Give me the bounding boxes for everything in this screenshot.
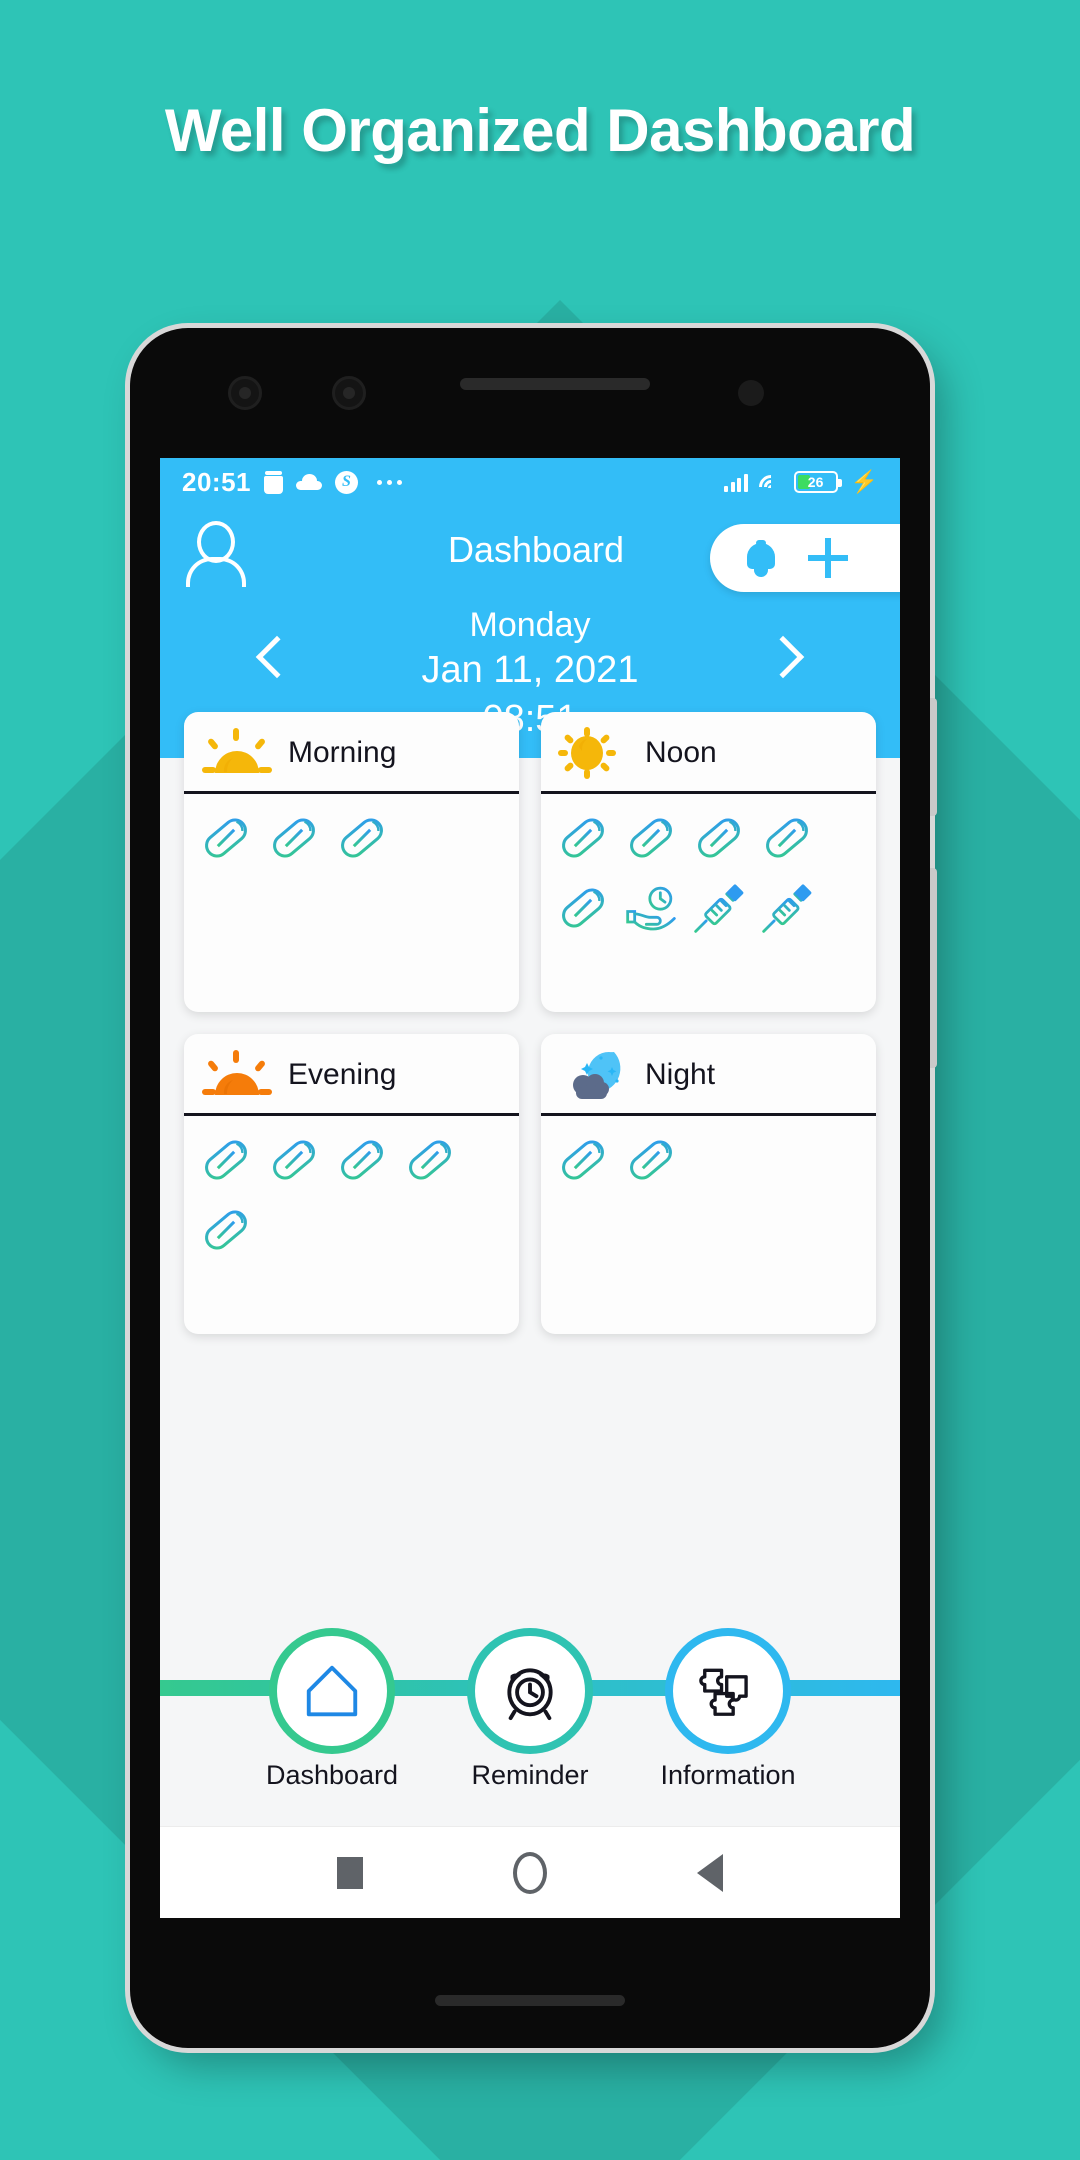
nav-label-information: Information: [660, 1760, 796, 1790]
cloud-icon: [296, 474, 322, 490]
pill-icon[interactable]: [555, 810, 611, 866]
sunrise-icon: [200, 727, 274, 779]
nav-item-reminder[interactable]: Reminder: [445, 1636, 615, 1791]
trash-icon: [264, 470, 283, 494]
pill-icon[interactable]: [623, 1132, 679, 1188]
pill-icon[interactable]: [198, 810, 254, 866]
battery-percent: 26: [807, 474, 824, 490]
home-icon[interactable]: [277, 1636, 387, 1746]
nav-item-dashboard[interactable]: Dashboard: [247, 1636, 417, 1791]
pill-icon[interactable]: [623, 810, 679, 866]
syringe-icon[interactable]: [759, 880, 815, 936]
earpiece-speaker: [460, 378, 650, 390]
hand-clock-icon[interactable]: [623, 880, 679, 936]
pill-icon[interactable]: [555, 880, 611, 936]
status-bar-time: 20:51: [182, 466, 251, 497]
card-night-header: Night: [541, 1034, 876, 1116]
card-night[interactable]: Night: [541, 1034, 876, 1334]
status-bar: 20:51 S 26 ⚡: [160, 458, 900, 506]
proximity-sensor-icon: [738, 380, 764, 406]
pill-icon[interactable]: [555, 1132, 611, 1188]
wifi-icon: [758, 473, 783, 491]
syringe-icon[interactable]: [691, 880, 747, 936]
triangle-icon[interactable]: [697, 1853, 723, 1892]
bottom-navigation: Dashboard Reminder Information: [160, 1636, 900, 1826]
nav-label-reminder: Reminder: [471, 1760, 589, 1790]
card-morning[interactable]: Morning: [184, 712, 519, 1012]
phone-top-bezel: [130, 328, 930, 458]
pill-icon[interactable]: [198, 1202, 254, 1258]
bell-icon[interactable]: [744, 540, 778, 577]
card-morning-items: [184, 794, 519, 1012]
person-icon[interactable]: [186, 521, 246, 587]
skype-icon: S: [335, 470, 358, 494]
circle-icon[interactable]: [513, 1851, 547, 1894]
power-button[interactable]: [930, 868, 937, 1068]
charging-bolt-icon: ⚡: [850, 469, 878, 494]
card-evening-label: Evening: [288, 1057, 397, 1091]
front-camera-icon: [228, 376, 262, 410]
card-evening-header: Evening: [184, 1034, 519, 1116]
header-actions: [710, 524, 900, 592]
pill-icon[interactable]: [266, 810, 322, 866]
card-noon-header: Noon: [541, 712, 876, 794]
pill-icon[interactable]: [334, 810, 390, 866]
moon-cloud-icon: [557, 1049, 631, 1101]
phone-mockup: 20:51 S 26 ⚡ Dashboard Monday Jan 11, 20…: [130, 328, 937, 2048]
schedule-cards: Morning Noon Evening Night: [160, 712, 900, 1334]
card-night-label: Night: [645, 1057, 716, 1091]
page-title: Well Organized Dashboard: [164, 97, 916, 164]
square-icon[interactable]: [337, 1856, 363, 1889]
card-morning-header: Morning: [184, 712, 519, 794]
sun-icon: [557, 726, 631, 779]
alarm-clock-icon[interactable]: [475, 1636, 585, 1746]
card-evening[interactable]: Evening: [184, 1034, 519, 1334]
phone-screen: 20:51 S 26 ⚡ Dashboard Monday Jan 11, 20…: [160, 458, 900, 1918]
nav-item-information[interactable]: Information: [643, 1636, 813, 1791]
card-noon-items: [541, 794, 876, 1012]
pill-icon[interactable]: [402, 1132, 458, 1188]
card-noon-label: Noon: [645, 735, 717, 769]
sunset-icon: [200, 1049, 274, 1101]
bottom-speaker: [435, 1995, 625, 2006]
card-evening-items: [184, 1116, 519, 1334]
card-noon[interactable]: Noon: [541, 712, 876, 1012]
pill-icon[interactable]: [266, 1132, 322, 1188]
pill-icon[interactable]: [759, 810, 815, 866]
card-morning-label: Morning: [288, 735, 397, 769]
volume-button[interactable]: [930, 698, 937, 816]
pill-icon[interactable]: [691, 810, 747, 866]
battery-icon: 26: [793, 471, 842, 493]
signal-icon: [724, 472, 748, 492]
front-camera-secondary-icon: [332, 376, 366, 410]
plus-icon[interactable]: [808, 538, 848, 578]
overflow-dots-icon: [377, 479, 402, 485]
card-night-items: [541, 1116, 876, 1334]
pill-icon[interactable]: [198, 1132, 254, 1188]
puzzle-icon[interactable]: [673, 1636, 783, 1746]
android-navigation-bar: [160, 1826, 900, 1918]
pill-icon[interactable]: [334, 1132, 390, 1188]
nav-label-dashboard: Dashboard: [265, 1760, 399, 1790]
